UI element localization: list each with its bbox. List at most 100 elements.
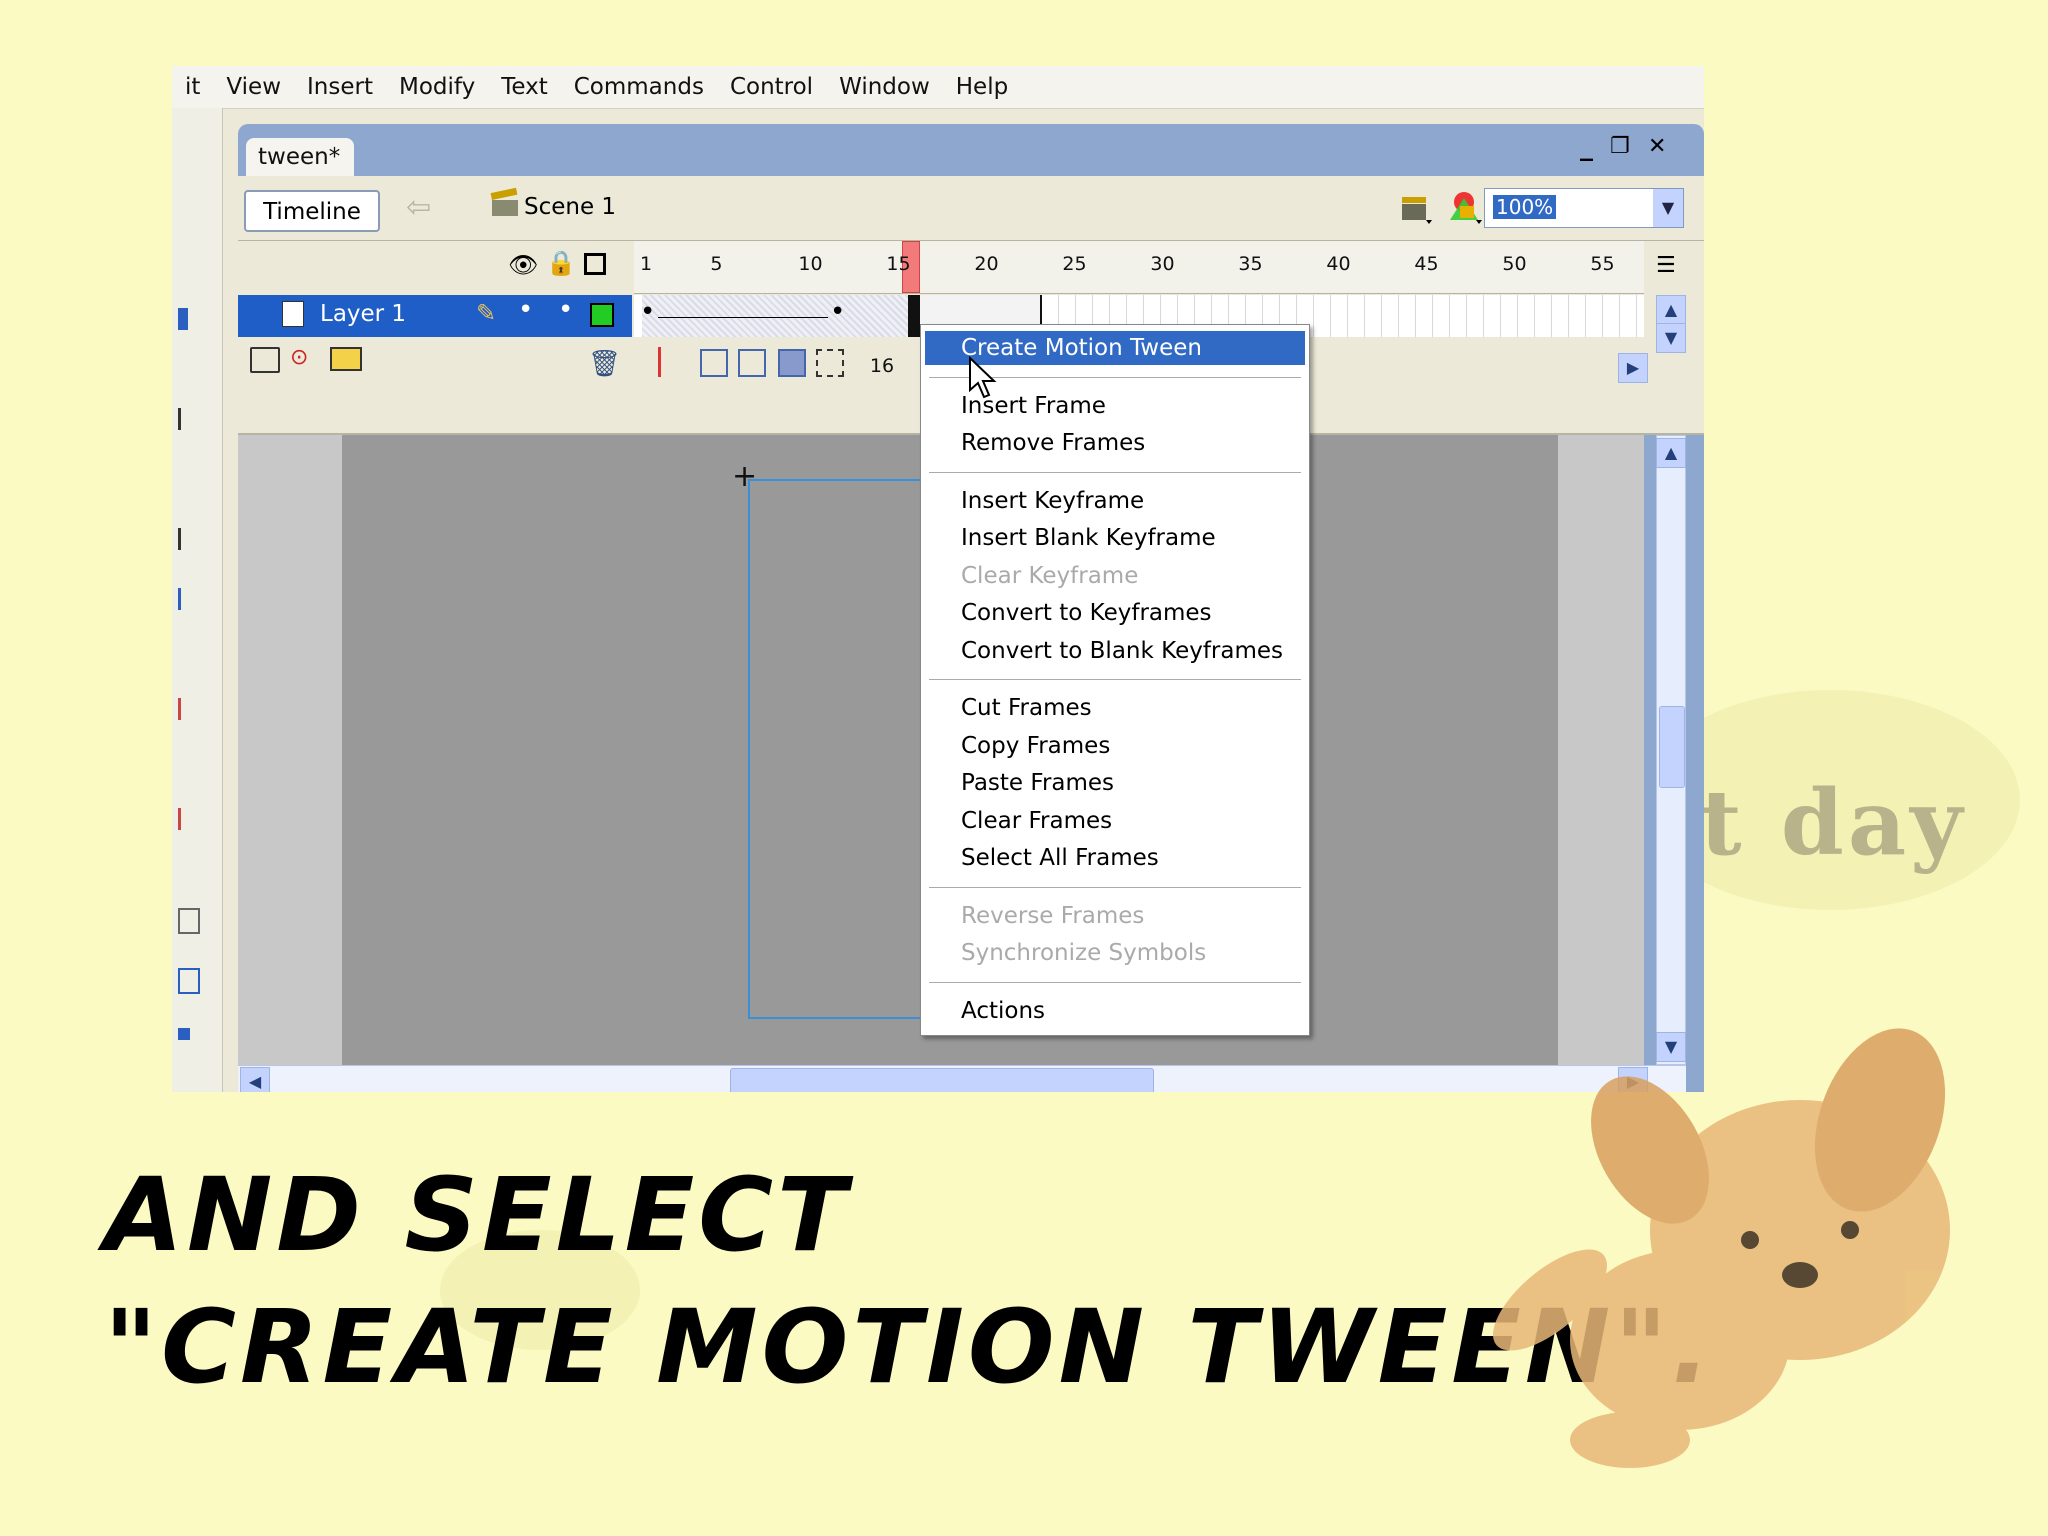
keyframe-dot[interactable]: • [830,297,845,327]
close-button[interactable]: ✕ [1648,134,1666,159]
edit-bar: Timeline ⇦ Scene 1 100% ▼ [238,176,1704,241]
scroll-left-icon[interactable]: ◀ [240,1067,270,1092]
menu-item[interactable]: Commands [561,74,717,100]
tool-icon[interactable] [178,808,199,830]
swap-colors-icon[interactable] [178,1028,190,1040]
stage-vertical-scrollbar[interactable]: ▲ ▼ [1656,435,1686,1065]
frame-context-menu: Create Motion Tween Insert Frame Remove Fr… [920,324,1310,1036]
menu-item[interactable]: Control [717,74,826,100]
outline-icon[interactable] [584,253,606,275]
tween-arrow [658,317,828,318]
chevron-down-icon[interactable]: ▼ [1653,189,1683,227]
ruler-number: 1 [640,253,653,275]
ruler-number: 40 [1326,253,1351,275]
show-hide-eye-icon[interactable]: 👁 [508,251,538,279]
context-menu-item[interactable]: Clear Frames [925,804,1305,838]
frame-ruler[interactable]: 1 5 10 15 20 25 30 35 40 45 50 55 [634,241,1644,294]
layer-row[interactable]: Layer 1 ✎ • • [238,295,632,337]
scroll-right-icon[interactable]: ▶ [1618,353,1648,383]
tool-icon[interactable] [178,528,199,550]
fill-color-icon[interactable] [178,968,200,994]
menu-item[interactable]: View [213,74,294,100]
ruler-number: 5 [710,253,723,275]
tool-icon[interactable] [178,308,188,330]
stroke-color-icon[interactable] [178,908,200,934]
onion-skin-outlines-icon[interactable] [738,349,766,377]
menu-item[interactable]: Help [943,74,1021,100]
scroll-down-icon[interactable]: ▼ [1656,323,1686,353]
context-menu-item[interactable]: Select All Frames [925,841,1305,875]
frame-span[interactable] [642,295,910,337]
center-frame-icon[interactable] [658,347,661,377]
ruler-number: 35 [1238,253,1263,275]
edit-multiple-frames-icon[interactable] [778,349,806,377]
context-menu-item[interactable]: Actions [925,994,1305,1028]
scene-label: Scene 1 [524,194,617,220]
pencil-icon: ✎ [476,299,497,327]
minimize-button[interactable]: _ [1580,132,1593,162]
modify-onion-markers-icon[interactable] [816,349,844,377]
document-tab-row: tween* _ ❐ ✕ [238,124,1704,176]
scroll-up-icon[interactable]: ▲ [1656,295,1686,325]
ruler-number: 30 [1150,253,1175,275]
context-menu-item[interactable]: Cut Frames [925,691,1305,725]
edit-scene-icon[interactable] [1398,190,1434,226]
context-menu-item[interactable]: Convert to Blank Keyframes [925,634,1305,668]
selected-symbol-bounds[interactable] [748,479,928,1019]
zoom-select[interactable]: 100% ▼ [1484,188,1684,228]
selected-frame[interactable] [908,295,920,337]
menu-item[interactable]: Modify [386,74,488,100]
add-layer-icon[interactable] [250,347,280,373]
timeline-scrollbar[interactable]: ▲ ▼ [1656,295,1686,353]
scroll-thumb[interactable] [1659,706,1685,788]
ruler-number: 10 [798,253,823,275]
context-menu-item[interactable]: Copy Frames [925,729,1305,763]
layer-name: Layer 1 [320,301,407,327]
timeline-toggle-button[interactable]: Timeline [244,190,380,232]
menu-separator [929,471,1301,473]
lock-dot-icon[interactable]: • [558,295,573,325]
scroll-thumb[interactable] [730,1068,1154,1092]
visible-dot-icon[interactable]: • [518,295,533,325]
menu-item[interactable]: Insert [294,74,386,100]
context-menu-item[interactable]: Insert Blank Keyframe [925,521,1305,555]
context-menu-item[interactable]: Remove Frames [925,426,1305,460]
menu-bar: it View Insert Modify Text Commands Control Win… [172,66,1704,109]
lock-icon[interactable]: 🔒 [546,249,576,277]
delete-layer-icon[interactable]: 🗑 [588,349,621,379]
context-menu-item[interactable]: Paste Frames [925,766,1305,800]
insert-folder-icon[interactable] [330,347,362,371]
ruler-number: 15 [886,253,911,275]
document-tab[interactable]: tween* [246,138,354,176]
back-arrow-icon[interactable]: ⇦ [406,190,431,225]
pencil-tool-icon[interactable] [178,588,199,610]
menu-item[interactable]: it [172,74,213,100]
eraser-tool-icon[interactable] [178,698,199,720]
menu-item[interactable]: Text [488,74,561,100]
context-menu-item[interactable]: Convert to Keyframes [925,596,1305,630]
menu-separator [929,679,1301,680]
context-menu-item: Synchronize Symbols [961,940,1207,966]
menu-separator [929,981,1301,983]
ruler-number: 25 [1062,253,1087,275]
keyframe-dot[interactable]: • [640,297,655,327]
ruler-number: 45 [1414,253,1439,275]
context-menu-item[interactable]: Insert Keyframe [925,484,1305,518]
add-motion-guide-icon[interactable]: ⊙ [290,345,308,370]
scroll-up-icon[interactable]: ▲ [1656,438,1686,468]
current-frame-field: 16 [869,355,895,377]
onion-skin-icon[interactable] [700,349,728,377]
menu-item[interactable]: Window [826,74,943,100]
layer-header: 👁 🔒 [238,241,632,293]
restore-button[interactable]: ❐ [1610,134,1630,159]
zoom-value: 100% [1493,195,1557,219]
layer-page-icon [282,301,304,327]
timeline-options-icon[interactable]: ☰ [1656,253,1676,278]
tools-panel [172,108,223,1092]
scene-clapper-icon [490,188,518,216]
tool-icon[interactable] [178,408,199,430]
ruler-number: 55 [1590,253,1615,275]
ruler-number: 50 [1502,253,1527,275]
layer-color-swatch[interactable] [590,303,614,327]
edit-symbol-icon[interactable] [1444,188,1484,226]
